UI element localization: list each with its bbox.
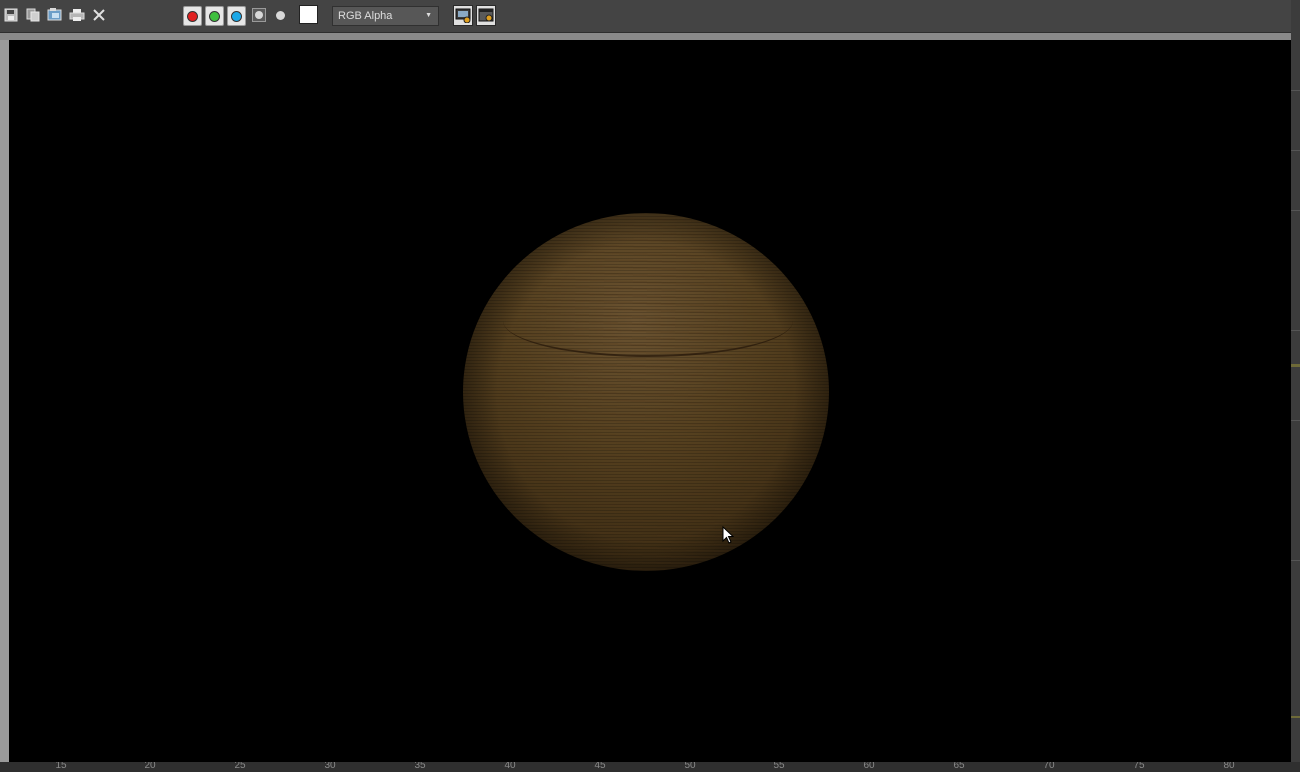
- ruler-tick: 35: [414, 762, 426, 771]
- chevron-down-icon: ▼: [425, 12, 432, 19]
- close-icon[interactable]: [90, 6, 108, 24]
- ruler-tick: 20: [144, 762, 156, 771]
- clear-icon[interactable]: [276, 11, 285, 20]
- channel-dropdown-value: RGB Alpha: [338, 10, 393, 22]
- mouse-cursor-icon: [722, 526, 735, 544]
- ruler-tick: 30: [324, 762, 336, 771]
- blue-channel-icon: [231, 10, 242, 22]
- ruler-tick: 50: [684, 762, 696, 771]
- ruler-tick: 65: [953, 762, 965, 771]
- ruler-tick: 25: [234, 762, 246, 771]
- ruler-tick: 55: [773, 762, 785, 771]
- render-frame-window: RGB Alpha ▼ 15 20 25 30 35 40 45 50 55 6…: [0, 0, 1300, 772]
- green-channel-button[interactable]: [205, 6, 224, 26]
- render-window-button[interactable]: [476, 5, 496, 26]
- clone-icon[interactable]: [46, 6, 64, 24]
- left-edge: [0, 40, 9, 762]
- ruler-tick: 70: [1043, 762, 1055, 771]
- rendered-image-viewport[interactable]: [9, 40, 1291, 762]
- channel-display-dropdown[interactable]: RGB Alpha ▼: [332, 6, 439, 26]
- save-icon[interactable]: [2, 6, 20, 24]
- monochrome-button[interactable]: [252, 8, 266, 22]
- ruler-tick: 40: [504, 762, 516, 771]
- green-channel-icon: [209, 10, 220, 22]
- print-icon[interactable]: [68, 6, 86, 24]
- wood-textured-sphere: [463, 213, 829, 571]
- render-to-viewport-button[interactable]: [453, 5, 473, 26]
- blue-channel-button[interactable]: [227, 6, 246, 26]
- background-color-swatch[interactable]: [299, 5, 318, 24]
- ruler-tick: 80: [1223, 762, 1235, 771]
- toolbar-divider: [0, 33, 1292, 40]
- timeline-ruler[interactable]: 15 20 25 30 35 40 45 50 55 60 65 70 75 8…: [0, 762, 1300, 772]
- ruler-tick: 15: [55, 762, 67, 771]
- red-channel-icon: [187, 10, 198, 22]
- sphere-grain-band: [503, 285, 793, 357]
- red-channel-button[interactable]: [183, 6, 202, 26]
- render-to-viewport-icon: [455, 8, 471, 23]
- right-panel-edge: [1291, 0, 1300, 772]
- ruler-tick: 75: [1133, 762, 1145, 771]
- toolbar: RGB Alpha ▼: [0, 0, 1292, 33]
- ruler-tick: 60: [863, 762, 875, 771]
- render-window-icon: [478, 8, 494, 22]
- monochrome-icon: [255, 11, 263, 19]
- ruler-tick: 45: [594, 762, 606, 771]
- copy-icon[interactable]: [24, 6, 42, 24]
